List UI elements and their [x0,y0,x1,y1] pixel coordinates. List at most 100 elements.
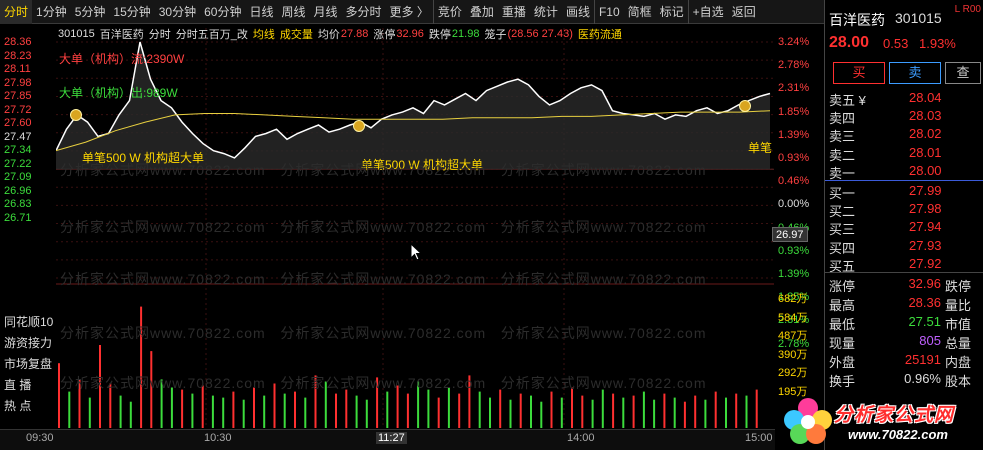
volume-bar [755,389,758,428]
side-nav-item[interactable]: 同花顺10 [0,312,56,333]
volume-bar [68,391,71,428]
toolbar-item[interactable]: 返回 [728,0,760,24]
volume-bar [612,393,615,428]
volume-bar [673,397,676,428]
toolbar-item[interactable]: 简框 [624,0,656,24]
order-label: 卖一 [829,165,856,181]
volume-tick: 584万 [778,311,808,324]
ask-row[interactable]: 卖三 28.02 [829,126,979,145]
volume-bar [653,399,656,428]
volume-bar [181,389,184,428]
volume-bar [632,395,635,428]
site-logo: 分析家公式网 www.70822.com [776,390,983,450]
stat-label-2: 内盘 [945,355,972,370]
toolbar-item[interactable]: 叠加 [466,0,498,24]
stat-label-2: 跌停 [945,279,972,294]
toolbar-item[interactable]: 画线 [562,0,594,24]
toolbar-item[interactable]: 15分钟 [109,0,154,24]
side-nav-item[interactable]: 热 点 [0,396,56,417]
big-order-out-label: 大单（机构）出:989W [59,86,178,100]
toolbar-item[interactable]: 月线 [310,0,342,24]
volume-tick: 292万 [778,367,808,380]
toolbar-item[interactable]: 日线 [245,0,277,24]
toolbar-item[interactable]: F10 [593,0,624,24]
order-label: 卖二 [829,147,856,163]
side-nav-item[interactable]: 市场复盘 [0,354,56,375]
bid-row[interactable]: 买四 27.93 [829,238,979,257]
sell-button[interactable]: 卖 [889,62,941,84]
stat-row: 外盘 25191 内盘 [829,352,979,371]
toolbar-item[interactable]: 1分钟 [32,0,71,24]
bid-row[interactable]: 买一 27.99 [829,183,979,202]
pct-tick: 0.93% [778,244,810,257]
stat-row: 最低 27.51 市值 [829,314,979,333]
volume-bar [437,397,440,428]
volume-bar [427,389,430,428]
ask-row[interactable]: 卖二 28.01 [829,145,979,164]
watermark-row: 分析家公式网www.70822.com 分析家公式网www.70822.com … [60,271,707,287]
volume-bar [642,391,645,428]
toolbar-item[interactable]: 统计 [530,0,562,24]
time-tick: 11:27 [376,432,407,444]
volume-bar [242,399,245,428]
watermark-row: 分析家公式网www.70822.com 分析家公式网www.70822.com … [60,375,707,391]
ask-row[interactable]: 卖一 28.00 [829,163,979,182]
toolbar-item[interactable]: 更多 〉 [386,0,433,24]
price-tick: 27.34 [4,144,32,156]
money-bag-icon[interactable] [353,120,365,132]
toolbar-item[interactable]: 标记 [656,0,688,24]
time-tick: 10:30 [204,432,232,444]
stat-label-2: 股本 [945,374,972,389]
price-tick: 28.36 [4,36,32,48]
toolbar-item[interactable]: 竞价 [432,0,466,24]
volume-bar [191,393,194,428]
price-tick: 27.09 [4,171,32,183]
time-tick: 14:00 [567,432,595,444]
side-nav-item[interactable]: 直 播 [0,375,56,396]
toolbar-item[interactable]: 多分时 [342,0,386,24]
time-tick: 09:30 [26,432,54,444]
order-price: 28.02 [909,126,942,142]
volume-bar [499,389,502,428]
panel-stock-code: 301015 [895,10,942,26]
stat-label-2: 总量 [945,336,972,351]
panel-badge[interactable]: L R00 [955,4,981,15]
buy-button[interactable]: 买 [833,62,885,84]
order-price: 27.93 [909,237,942,253]
stat-label: 现量 [829,336,856,351]
money-bag-icon[interactable] [70,109,82,121]
money-bag-icon[interactable] [739,100,751,112]
stat-value: 32.96 [908,276,941,291]
bid-row[interactable]: 买二 27.98 [829,201,979,220]
stat-value: 27.51 [908,314,941,329]
order-label: 卖五 ¥ [829,93,866,108]
ask-row[interactable]: 卖四 28.03 [829,108,979,127]
volume-bar [304,397,307,428]
toolbar-item[interactable]: 5分钟 [71,0,110,24]
volume-bar [355,395,358,428]
query-button[interactable]: 查 [945,62,981,84]
panel-stock-name: 百洋医药 [829,12,885,28]
volume-bar [232,391,235,428]
toolbar-item[interactable]: 周线 [277,0,309,24]
order-label: 买二 [829,204,856,220]
stat-label: 涨停 [829,279,856,294]
volume-bar [540,401,543,428]
stat-row: 最高 28.36 量比 [829,295,979,314]
side-nav-item[interactable]: 游资接力 [0,333,56,354]
pct-tick: 0.46% [778,175,810,188]
volume-bar [170,387,173,428]
flower-logo-icon [784,398,832,444]
price-tick: 27.22 [4,157,32,170]
price-tick: 27.85 [4,90,32,102]
volume-bar [571,387,573,428]
toolbar-item[interactable]: 重播 [498,0,530,24]
toolbar-item[interactable]: 分时 [0,0,33,24]
volume-bar [365,399,368,428]
ask-row[interactable]: 卖五 ¥ 28.04 [829,90,979,109]
toolbar-item[interactable]: +自选 [687,0,728,24]
bid-row[interactable]: 买三 27.94 [829,219,979,238]
toolbar-item[interactable]: 60分钟 [200,0,245,24]
toolbar-item[interactable]: 30分钟 [155,0,200,24]
stat-label: 最低 [829,317,856,332]
